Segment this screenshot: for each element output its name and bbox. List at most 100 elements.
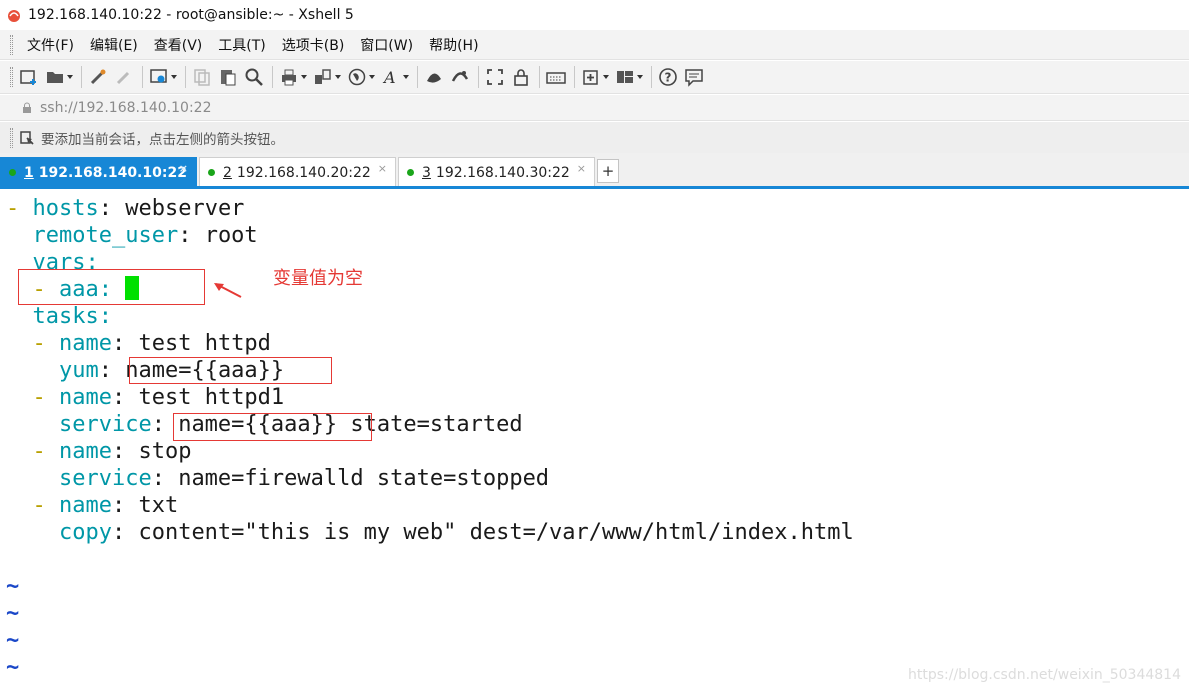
hint-grip[interactable]	[10, 127, 13, 148]
svg-text:A: A	[382, 68, 396, 87]
keyboard-button[interactable]	[546, 65, 566, 89]
xshell-logo-icon	[8, 10, 20, 22]
help-button[interactable]: ?	[658, 65, 678, 89]
connect-button[interactable]	[88, 65, 108, 89]
tab-label: 192.168.140.20:22	[236, 164, 371, 181]
menu-tabs[interactable]: 选项卡(B)	[274, 35, 353, 55]
tab-session-2[interactable]: 2 192.168.140.20:22 ×	[199, 157, 396, 187]
tab-close-icon[interactable]: ×	[577, 162, 586, 175]
connected-status-icon	[208, 169, 215, 176]
annotation-box-service-name	[173, 413, 372, 441]
font-icon: A	[382, 68, 396, 87]
title-bar: 192.168.140.10:22 - root@ansible:~ - Xsh…	[0, 0, 1189, 30]
chat-icon	[685, 69, 703, 87]
annotation-arrow-icon	[214, 283, 242, 298]
address-bar[interactable]: ssh://192.168.140.10:22	[0, 95, 1189, 121]
tab-number: 3	[422, 164, 431, 181]
menu-window[interactable]: 窗口(W)	[352, 35, 421, 55]
layout-icon	[617, 71, 633, 83]
toolbar-grip[interactable]	[10, 67, 13, 87]
terminal-line: - name: txt	[32, 493, 179, 518]
search-icon	[245, 68, 263, 86]
terminal-line: tasks:	[32, 304, 112, 329]
window-title: 192.168.140.10:22 - root@ansible:~ - Xsh…	[28, 7, 354, 23]
fullscreen-icon	[487, 69, 503, 85]
globe-button[interactable]	[347, 65, 375, 89]
new-session-button[interactable]	[19, 65, 39, 89]
lock-icon	[23, 102, 31, 113]
terminal-area[interactable]: - hosts: webserver remote_user: root var…	[0, 189, 1189, 689]
find-button[interactable]	[244, 65, 264, 89]
tab-label: 192.168.140.30:22	[435, 164, 570, 181]
terminal-line: remote_user: root	[32, 223, 258, 248]
menu-file[interactable]: 文件(F)	[19, 35, 82, 55]
hint-text: 要添加当前会话，点击左侧的箭头按钮。	[41, 131, 284, 148]
menu-view[interactable]: 查看(V)	[146, 35, 211, 55]
settings-icon	[150, 69, 167, 83]
tab-session-1[interactable]: 1 192.168.140.10:22 ×	[0, 157, 197, 187]
terminal-line: - hosts: webserver	[6, 196, 245, 221]
terminal-line: - name: test httpd	[32, 331, 271, 356]
disconnect-button[interactable]	[114, 65, 134, 89]
print-button[interactable]	[279, 65, 307, 89]
annotation-box-yum-name	[129, 357, 332, 384]
empty-line-tilde: ~	[6, 574, 20, 599]
tab-session-3[interactable]: 3 192.168.140.30:22 ×	[398, 157, 595, 187]
annotation-box-empty-var	[18, 269, 205, 305]
keyboard-icon	[546, 72, 566, 84]
add-tab-button[interactable]: +	[597, 159, 619, 183]
empty-line-tilde: ~	[6, 601, 20, 626]
lock-icon	[514, 69, 528, 86]
menu-edit[interactable]: 编辑(E)	[82, 35, 146, 55]
help-icon: ?	[659, 68, 677, 86]
transfer-button[interactable]	[313, 65, 341, 89]
connected-status-icon	[407, 169, 414, 176]
terminal-line: copy: content="this is my web" dest=/var…	[58, 520, 854, 545]
tab-close-icon[interactable]: ×	[179, 162, 188, 175]
session-address: ssh://192.168.140.10:22	[40, 99, 212, 116]
properties-button[interactable]	[149, 65, 177, 89]
globe-icon	[348, 68, 366, 86]
paste-icon	[221, 70, 236, 86]
disconnect-icon	[116, 71, 130, 85]
transfer-icon	[315, 69, 331, 84]
chat-button[interactable]	[684, 65, 704, 89]
hint-bar: 要添加当前会话，点击左侧的箭头按钮。	[0, 122, 1189, 153]
new-session-icon	[20, 70, 36, 85]
tab-close-icon[interactable]: ×	[378, 162, 387, 175]
macro-icon	[451, 71, 469, 82]
print-icon	[282, 69, 296, 86]
add-session-arrow-icon[interactable]	[19, 130, 35, 146]
empty-line-tilde: ~	[6, 628, 20, 653]
terminal-line: - name: stop	[32, 439, 192, 464]
fullscreen-button[interactable]	[485, 65, 505, 89]
svg-text:?: ?	[665, 71, 672, 85]
watermark: https://blog.csdn.net/weixin_50344814	[907, 667, 1181, 683]
paste-button[interactable]	[218, 65, 238, 89]
tab-label: 192.168.140.10:22	[38, 164, 187, 181]
menu-bar: 文件(F) 编辑(E) 查看(V) 工具(T) 选项卡(B) 窗口(W) 帮助(…	[0, 30, 1189, 60]
open-folder-button[interactable]	[45, 65, 73, 89]
add-tab-icon	[583, 70, 598, 85]
lock-button[interactable]	[511, 65, 531, 89]
copy-button[interactable]	[192, 65, 212, 89]
menu-grip[interactable]	[10, 34, 13, 55]
connected-status-icon	[9, 169, 16, 176]
new-tab-button[interactable]	[581, 65, 609, 89]
script-icon	[427, 73, 441, 83]
macro-button[interactable]	[450, 65, 470, 89]
menu-help[interactable]: 帮助(H)	[421, 35, 486, 55]
terminal-line: service: name=firewalld state=stopped	[58, 466, 550, 491]
connect-icon	[90, 69, 106, 85]
annotation-label: 变量值为空	[273, 268, 363, 289]
tab-bar: 1 192.168.140.10:22 × 2 192.168.140.20:2…	[0, 153, 1189, 189]
empty-line-tilde: ~	[6, 655, 20, 680]
folder-icon	[47, 72, 63, 83]
font-button[interactable]: A	[381, 65, 409, 89]
tab-number: 2	[223, 164, 232, 181]
script-button[interactable]	[424, 65, 444, 89]
toolbar: A ?	[0, 61, 1189, 94]
copy-icon	[194, 69, 210, 86]
layout-button[interactable]	[615, 65, 643, 89]
menu-tools[interactable]: 工具(T)	[210, 35, 273, 55]
